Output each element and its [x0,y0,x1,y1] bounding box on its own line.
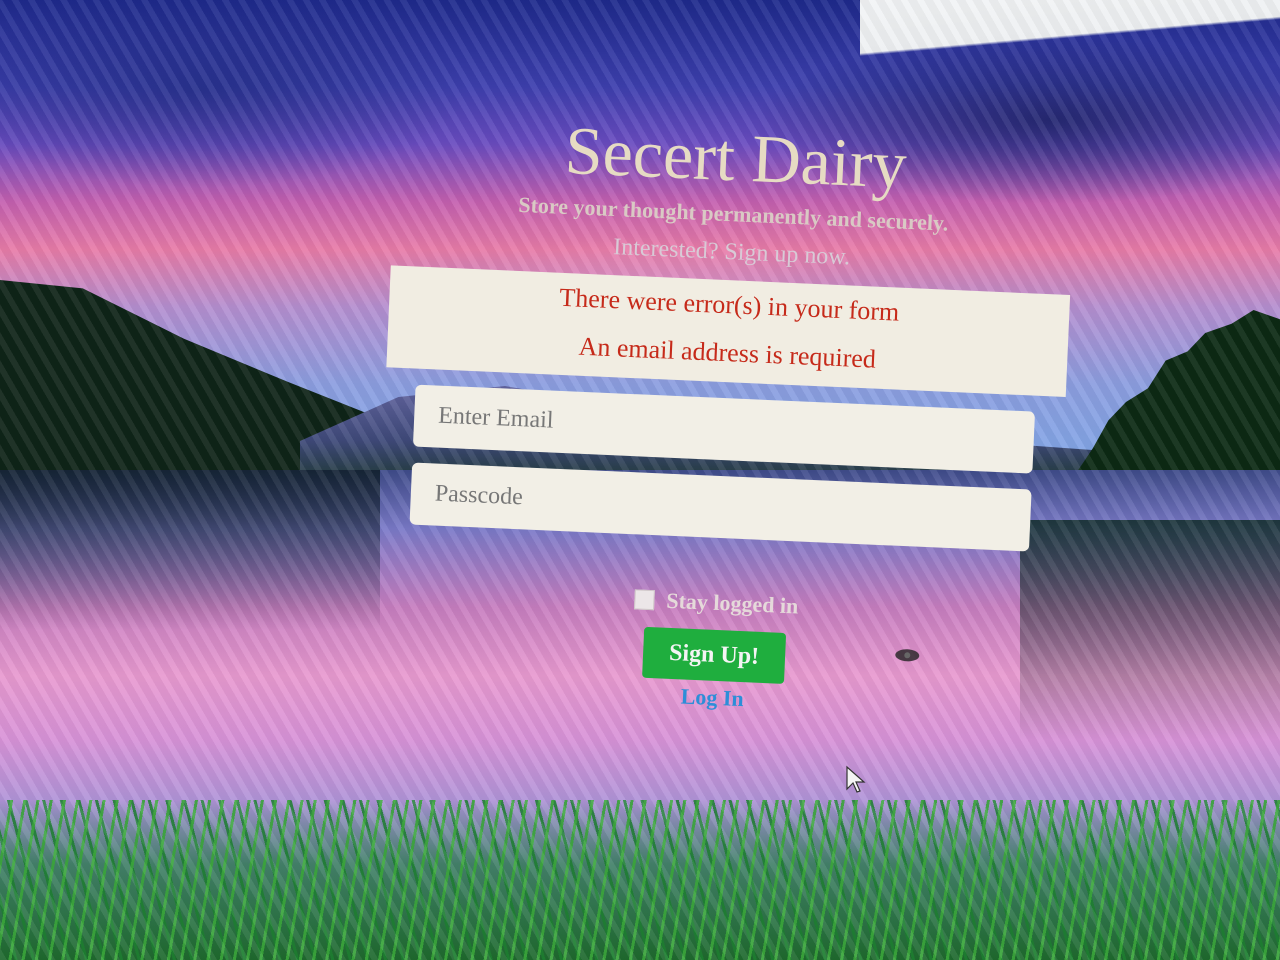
error-alert-title: There were error(s) in your form [558,282,900,327]
mouse-cursor-icon [846,765,866,793]
stay-logged-in-label: Stay logged in [665,587,799,619]
error-alert: There were error(s) in your form An emai… [386,265,1071,397]
signup-panel: Secert Dairy Store your thought permanen… [332,104,1117,727]
stay-logged-in-checkbox[interactable] [634,589,655,611]
email-field[interactable] [412,384,1036,474]
signup-button[interactable]: Sign Up! [642,626,787,684]
eye-icon[interactable] [894,648,921,663]
password-field[interactable] [409,462,1032,552]
stay-logged-in-row[interactable]: Stay logged in [336,573,1096,632]
error-alert-message: An email address is required [578,331,877,374]
